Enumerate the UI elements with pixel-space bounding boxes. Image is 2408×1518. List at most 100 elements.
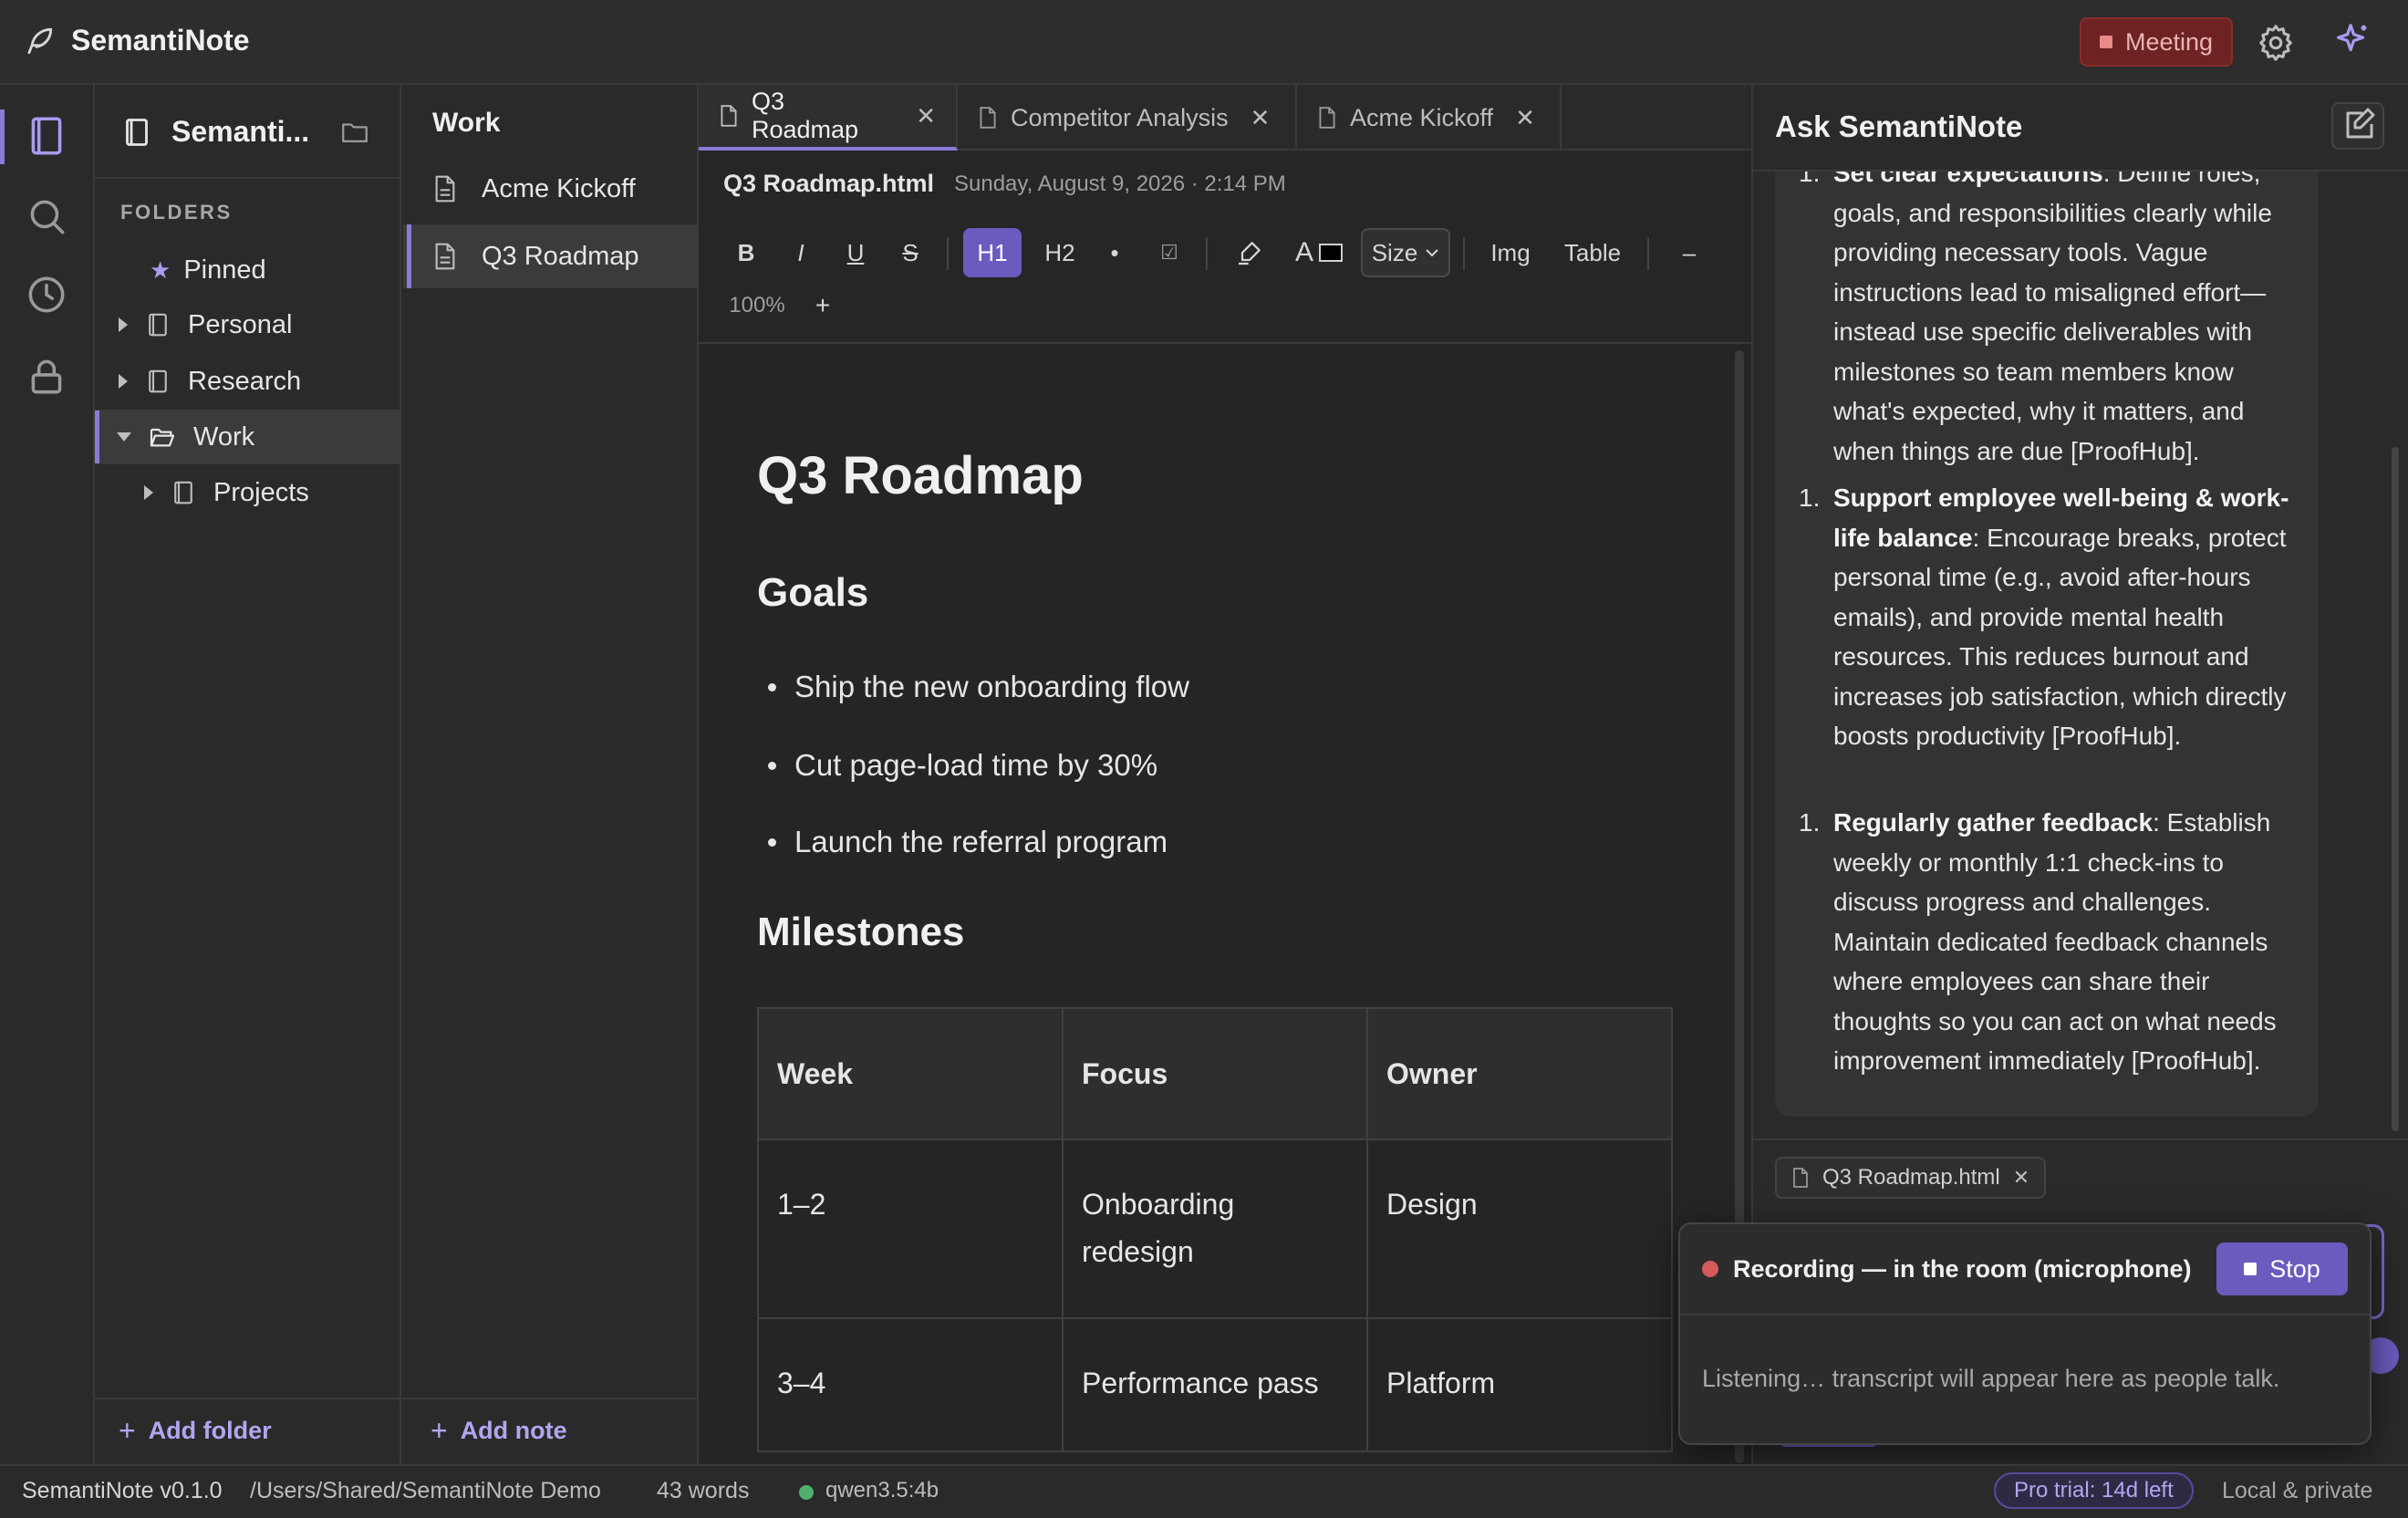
divider [1751,170,2408,172]
heading2-button[interactable]: H2 [1031,228,1089,277]
table-row: 3–4 Performance pass Platform [757,1317,1673,1452]
font-color-label: A [1294,237,1313,267]
context-file-chip[interactable]: Q3 Roadmap.html ✕ [1775,1157,2047,1199]
chevron-down-icon[interactable] [117,432,131,442]
bullet-dot [768,761,776,770]
close-icon[interactable]: ✕ [1515,104,1535,132]
tree-item-research[interactable]: Research [95,354,403,409]
assistant-message: 1. Set clear expectations: Define roles,… [1775,172,2319,1117]
chat-item-heading: Regularly gather feedback [1833,808,2154,837]
table-cell: 1–2 [757,1138,1064,1319]
notebook-icon[interactable] [24,113,69,159]
font-size-label: Size [1371,238,1418,266]
bold-button[interactable]: B [724,228,768,277]
add-folder-label: Add folder [148,1417,272,1444]
sparkle-ai-icon[interactable] [2331,20,2373,62]
toolbar-separator [1206,237,1208,270]
trial-badge[interactable]: Pro trial: 14d left [1994,1472,2194,1509]
chat-scrollbar[interactable] [2392,447,2399,1131]
vault-name[interactable]: Semanti... [171,115,327,149]
close-icon[interactable]: ✕ [1251,104,1271,132]
underline-button[interactable]: U [834,228,877,277]
font-size-select[interactable]: Size [1361,228,1450,277]
search-icon[interactable] [24,193,69,239]
close-icon[interactable]: ✕ [916,102,936,130]
add-folder-button[interactable]: + Add folder [119,1414,272,1448]
model-name[interactable]: qwen3.5:4b [825,1478,939,1503]
tab-label: Competitor Analysis [1011,103,1229,131]
record-square-icon [2099,36,2112,48]
italic-button[interactable]: I [779,228,823,277]
table-row: 1–2 Onboarding redesign Design [757,1138,1673,1319]
close-icon[interactable]: ✕ [2013,1166,2029,1190]
table-cell: Performance pass [1062,1317,1368,1452]
chevron-right-icon[interactable] [144,485,153,500]
new-chat-button[interactable] [2331,102,2384,150]
chat-item-heading: Set clear expectations [1833,172,2103,187]
chat-item-text: : Establish weekly or monthly 1:1 check-… [1833,808,2277,1075]
heading-goals: Goals [757,570,869,615]
new-folder-icon[interactable] [339,117,370,148]
tree-item-projects[interactable]: Projects [95,465,403,520]
list-item-text: Launch the referral program [794,825,1168,858]
folders-section-label: FOLDERS [120,201,233,224]
zoom-out-button[interactable]: – [1667,228,1711,277]
note-item-acme-kickoff[interactable]: Acme Kickoff [403,157,697,221]
highlighter-icon[interactable] [1228,228,1271,277]
rail-active-indicator [0,109,5,164]
list-item: Ship the new onboarding flow [768,670,1189,704]
notebook-icon [144,368,171,395]
chevron-right-icon[interactable] [119,317,128,332]
document-icon [432,174,458,203]
word-count: 43 words [657,1478,750,1503]
font-color-button[interactable]: A [1286,228,1352,277]
stop-recording-button[interactable]: Stop [2216,1242,2348,1295]
checklist-button[interactable]: ☑ [1147,228,1191,277]
model-status-dot [799,1485,814,1500]
plus-icon: + [119,1414,136,1447]
list-item: Launch the referral program [768,825,1168,859]
tab-label: Acme Kickoff [1350,103,1494,131]
selected-indicator [95,411,99,463]
add-note-label: Add note [460,1417,567,1444]
plus-icon: + [431,1414,448,1447]
tree-item-label: Work [193,421,255,452]
table-header-row: Week Focus Owner [757,1007,1673,1140]
bullet-dot [768,837,776,847]
heading1-button[interactable]: H1 [963,228,1022,277]
chat-list-item: 1. Support employee well-being & work-li… [1799,478,2299,756]
note-item-q3-roadmap[interactable]: Q3 Roadmap [403,224,697,288]
notebook-icon [120,116,153,149]
note-item-label: Q3 Roadmap [482,241,639,271]
stop-square-icon [2244,1263,2258,1275]
add-note-button[interactable]: + Add note [431,1414,567,1448]
chevron-right-icon[interactable] [119,374,128,389]
insert-table-button[interactable]: Table [1554,228,1631,277]
tree-item-pinned[interactable]: ★ Pinned [95,243,403,297]
tab-acme-kickoff[interactable]: Acme Kickoff ✕ [1297,85,1562,151]
notebook-icon [170,479,197,506]
table-header-cell: Week [757,1007,1064,1140]
tab-competitor-analysis[interactable]: Competitor Analysis ✕ [958,85,1297,151]
list-item-text: Ship the new onboarding flow [794,670,1189,703]
lock-icon[interactable] [24,354,69,400]
table-header-cell: Owner [1366,1007,1673,1140]
tree-item-personal[interactable]: Personal [95,297,403,352]
tree-item-label: Personal [188,309,293,339]
divider [1751,1138,2408,1140]
gear-icon[interactable] [2255,22,2297,64]
insert-image-button[interactable]: Img [1478,228,1543,277]
bullet-list-button[interactable]: • [1093,228,1137,277]
selected-indicator [407,224,411,288]
history-icon[interactable] [24,272,69,317]
tree-item-work[interactable]: Work [95,410,403,464]
app-title: SemantiNote [71,24,250,57]
list-item-text: Cut page-load time by 30% [794,748,1158,782]
tab-q3-roadmap[interactable]: Q3 Roadmap ✕ [699,85,958,151]
zoom-level: 100% [729,293,785,317]
chat-item-text: : Encourage breaks, protect personal tim… [1833,523,2287,751]
meeting-button[interactable]: Meeting [2080,17,2233,67]
strikethrough-button[interactable]: S [888,228,932,277]
stop-button-label: Stop [2269,1254,2320,1283]
zoom-in-button[interactable]: + [803,283,843,328]
